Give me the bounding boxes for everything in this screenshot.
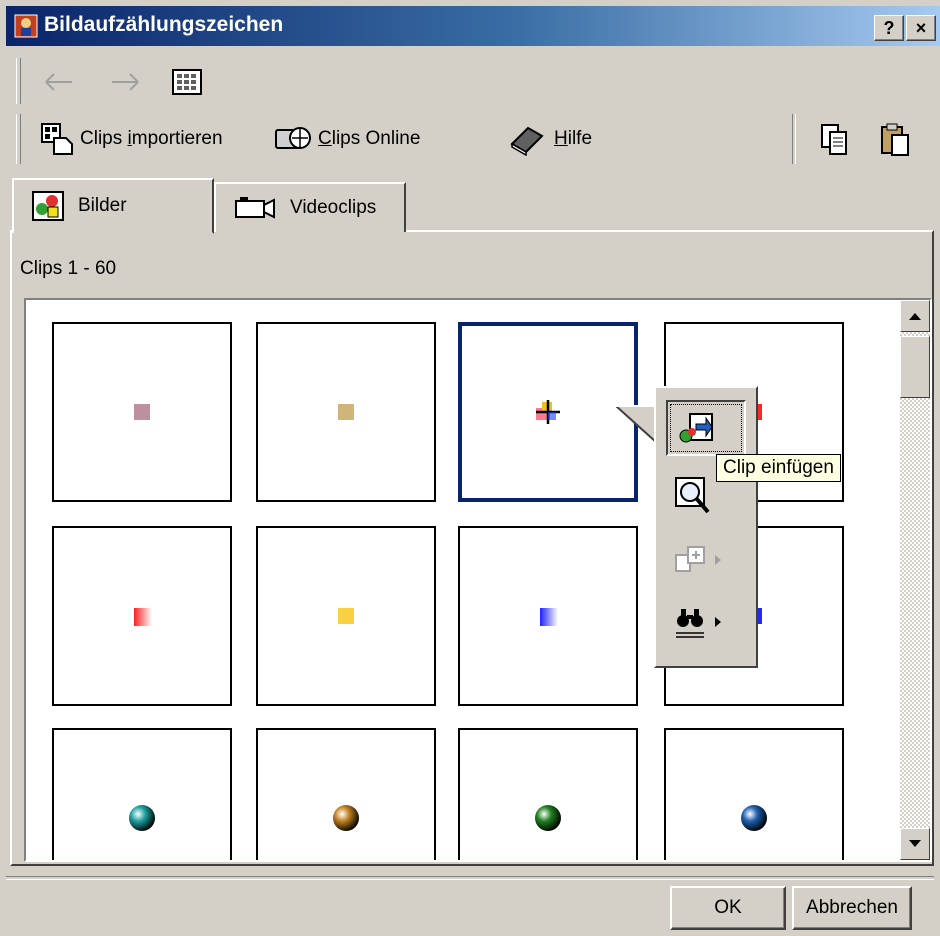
clips-online-label: Clips Online [318,128,420,150]
clip-thumbnail[interactable] [52,526,232,706]
paste-icon [881,123,909,156]
tab-bilder-label: Bilder [78,195,127,216]
insert-clip-button[interactable] [666,400,746,456]
clip-thumbnail[interactable] [256,526,436,706]
scroll-down-button[interactable] [900,828,930,860]
tab-videoclips-label: Videoclips [290,197,377,218]
window-title: Bildaufzählungszeichen [44,13,284,36]
help-label: Hilfe [554,128,592,150]
vertical-scrollbar[interactable] [900,300,930,860]
toolbar-grip[interactable] [16,58,21,104]
help-toolbar-button[interactable]: Hilfe [508,118,592,160]
bullet-square-icon [338,608,354,624]
tab-bilder[interactable]: Bilder [12,178,214,234]
ok-button[interactable]: OK [670,886,786,930]
forward-button[interactable] [108,62,142,102]
thumbnail-view-icon [172,69,202,95]
bullet-ball-icon [129,805,155,831]
clip-thumbnail[interactable] [256,728,436,860]
bullet-cross-icon [536,400,560,424]
bullet-ball-icon [741,805,767,831]
find-similar-button[interactable] [666,594,746,650]
find-similar-icon [676,609,704,638]
bullet-square-icon [338,404,354,420]
insert-clip-tooltip: Clip einfügen [716,454,841,482]
title-bar[interactable]: Bildaufzählungszeichen ? × [6,6,940,46]
thumbnail-view-button[interactable] [172,62,202,102]
forward-arrow-icon [112,73,139,91]
clip-thumbnail[interactable] [52,322,232,502]
tab-videoclips[interactable]: Videoclips [214,182,406,232]
pictures-icon [32,191,64,221]
bullet-ball-icon [333,805,359,831]
copy-icon [821,124,847,155]
scroll-down-icon [909,840,921,847]
toolbar-separator [792,114,796,164]
popup-pointer [616,405,657,443]
import-label-prefix: Clips [80,128,128,149]
scroll-up-icon [909,313,921,320]
add-to-category-icon [675,546,705,572]
clip-thumbnail[interactable] [52,728,232,860]
scroll-up-button[interactable] [900,300,930,332]
cancel-button[interactable]: Abbrechen [792,886,912,930]
clip-thumbnail[interactable] [256,322,436,502]
bullet-square-icon [134,608,152,626]
submenu-arrow-icon [715,555,721,565]
clips-online-button[interactable]: Clips Online [272,118,420,160]
back-arrow-icon [45,73,72,91]
online-label-accesskey: C [318,128,332,149]
copy-button[interactable] [820,120,850,160]
scroll-thumb[interactable] [900,336,930,398]
camera-icon [235,197,275,219]
clip-thumbnail[interactable] [458,728,638,860]
bullet-ball-icon [535,805,561,831]
import-clips-icon [41,123,73,155]
paste-button[interactable] [880,120,912,160]
help-label-accesskey: H [554,128,568,149]
clip-gallery[interactable] [24,298,932,862]
bullet-square-icon [134,404,150,420]
app-icon [14,14,38,38]
preview-clip-icon [675,477,710,514]
clip-thumbnail[interactable] [664,728,844,860]
help-book-icon [510,126,544,156]
back-button[interactable] [42,62,76,102]
online-label-suffix: lips Online [331,128,421,149]
clip-popup-menu [654,386,758,668]
bottom-separator [6,876,934,880]
clips-online-icon [275,127,311,149]
close-button[interactable]: × [906,15,936,41]
submenu-arrow-icon [715,617,721,627]
dialog-window: Bildaufzählungszeichen ? × Clips importi… [0,0,940,936]
clip-thumbnail-selected[interactable] [458,322,638,502]
help-button[interactable]: ? [874,15,904,41]
clip-thumbnail[interactable] [458,526,638,706]
import-clips-button[interactable]: Clips importieren [40,118,223,160]
clips-count-label: Clips 1 - 60 [20,258,117,279]
bullet-square-icon [540,608,558,626]
help-label-suffix: ilfe [567,128,593,149]
import-clips-label: Clips importieren [80,128,223,150]
insert-clip-icon [679,413,713,443]
import-label-suffix: mportieren [131,128,223,149]
add-to-category-button[interactable] [666,532,746,588]
toolbar-grip[interactable] [16,114,21,164]
